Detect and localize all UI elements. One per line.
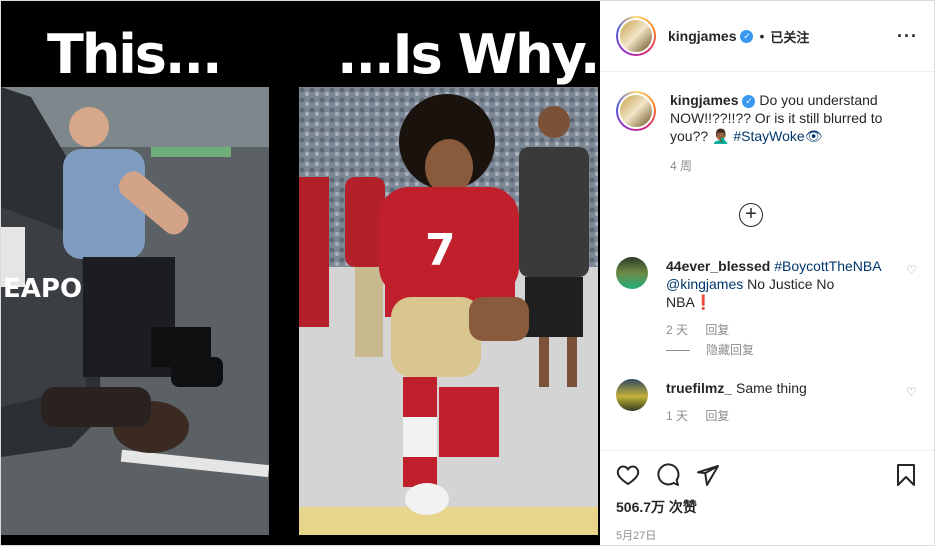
load-more-comments-icon[interactable]: + — [739, 203, 763, 227]
caption-body: kingjames ✓ Do you understand NOW!!??!!??… — [670, 91, 890, 145]
caption-time[interactable]: 4 周 — [670, 157, 890, 174]
verified-badge-icon: ✓ — [740, 29, 754, 43]
comment-username[interactable]: 44ever_blessed — [666, 258, 770, 274]
comment-icon[interactable] — [656, 463, 680, 487]
comment-meta: 2 天 回复 — [666, 321, 881, 338]
svg-text:7: 7 — [425, 225, 456, 276]
comment-meta: 1 天 回复 — [666, 407, 881, 424]
author-avatar[interactable] — [616, 16, 656, 56]
comment-username[interactable]: truefilmz_ — [666, 380, 732, 396]
instagram-post: This... ...Is Why. EAPOLIS 7 kingjames ✓… — [0, 0, 935, 546]
post-actions: 506.7万 次赞 5月27日 — [600, 450, 934, 543]
share-icon[interactable] — [696, 463, 720, 487]
following-button[interactable]: 已关注 — [770, 27, 809, 46]
comment-time[interactable]: 1 天 — [666, 409, 688, 423]
comment-text: Same thing — [736, 380, 807, 396]
comment-item: truefilmz_ Same thing 1 天 回复 ♡ — [616, 379, 918, 424]
more-options-icon[interactable]: ··· — [897, 26, 918, 47]
comment-like-heart-icon[interactable]: ♡ — [906, 263, 918, 277]
reply-button[interactable]: 回复 — [705, 409, 729, 423]
comment-item: 44ever_blessed #BoycottTheNBA @kingjames… — [616, 257, 918, 338]
commenter-avatar[interactable] — [616, 379, 648, 411]
meme-left-caption: This... — [47, 23, 222, 86]
likes-count[interactable]: 506.7万 次赞 — [616, 497, 918, 517]
comment-time[interactable]: 2 天 — [666, 323, 688, 337]
replies-line-divider — [666, 350, 690, 352]
commenter-avatar[interactable] — [616, 257, 648, 289]
caption-username[interactable]: kingjames — [670, 92, 738, 108]
caption-avatar[interactable] — [616, 91, 656, 131]
comment-like-heart-icon[interactable]: ♡ — [906, 385, 918, 399]
hide-replies-toggle[interactable]: 隐藏回复 — [666, 341, 754, 358]
post-date[interactable]: 5月27日 — [616, 527, 918, 543]
meme-right-photo: 7 — [299, 87, 598, 535]
comment-mention[interactable]: @kingjames — [666, 276, 743, 292]
post-sidebar: kingjames ✓ • 已关注 ··· kingjames ✓ Do you … — [600, 1, 934, 545]
bookmark-icon[interactable] — [894, 463, 918, 487]
action-icons — [616, 461, 918, 489]
comment-body: 44ever_blessed #BoycottTheNBA @kingjames… — [666, 257, 881, 311]
reply-button[interactable]: 回复 — [705, 323, 729, 337]
heart-icon[interactable] — [616, 463, 640, 487]
hide-replies-label: 隐藏回复 — [706, 343, 755, 357]
post-header: kingjames ✓ • 已关注 ··· — [600, 1, 934, 72]
comments-section: kingjames ✓ Do you understand NOW!!??!!??… — [600, 73, 934, 449]
comment-body: truefilmz_ Same thing — [666, 379, 881, 397]
meme-right-caption: ...Is Why. — [337, 23, 600, 86]
caption: kingjames ✓ Do you understand NOW!!??!!??… — [616, 91, 918, 174]
author-username[interactable]: kingjames — [668, 28, 736, 44]
post-image[interactable]: This... ...Is Why. EAPOLIS 7 — [1, 1, 600, 545]
caption-hashtag[interactable]: #StayWoke👁 — [733, 128, 822, 144]
meme-left-photo: EAPOLIS — [1, 87, 269, 535]
verified-badge-icon: ✓ — [742, 94, 756, 108]
comment-hashtag[interactable]: #BoycottTheNBA — [774, 258, 881, 274]
separator-dot: • — [759, 28, 765, 44]
